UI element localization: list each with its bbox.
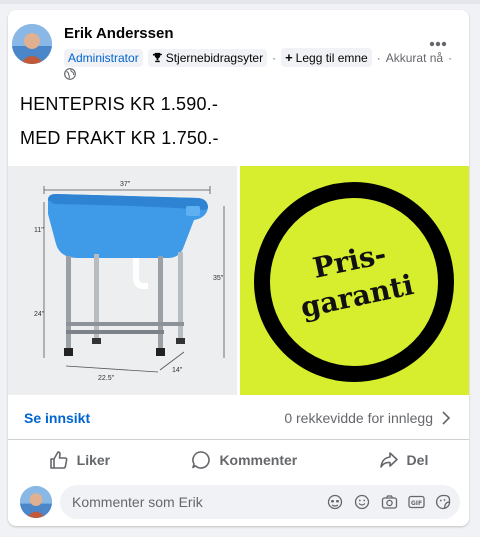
post-text: HENTEPRIS KR 1.590.- MED FRAKT KR 1.750.… (20, 92, 219, 160)
globe-icon[interactable] (64, 68, 76, 80)
dim-side: 14" (172, 367, 183, 374)
thumbs-up-icon (49, 451, 68, 469)
more-horizontal-icon (429, 41, 447, 47)
post-meta: Administrator Stjernebidragsyter · + Leg… (64, 48, 457, 67)
comment-input[interactable]: Kommenter som Erik GIF (60, 485, 460, 519)
meta-separator: · (376, 50, 381, 65)
contributor-badge[interactable]: Stjernebidragsyter (147, 48, 268, 67)
trophy-icon (152, 52, 162, 63)
see-insights-link[interactable]: Se innsikt (24, 410, 90, 426)
grooming-tub-photo[interactable]: 37" 11" 24" 35" 22.5" 14" (8, 166, 237, 395)
admin-badge-label: Administrator (68, 50, 139, 65)
post-actions: Liker Kommenter Del (8, 440, 469, 480)
contributor-badge-label: Stjernebidragsyter (165, 50, 264, 65)
top-divider (0, 0, 480, 4)
post-line: HENTEPRIS KR 1.590.- (20, 94, 219, 114)
admin-badge[interactable]: Administrator (64, 48, 143, 67)
comment-composer: Kommenter som Erik GIF (8, 482, 469, 522)
insights-row: Se innsikt 0 rekkevidde for innlegg (8, 398, 469, 440)
gif-icon[interactable]: GIF (407, 493, 425, 511)
post-header: Erik Anderssen Administrator Stjernebidr… (12, 24, 460, 84)
post-line: MED FRAKT KR 1.750.- (20, 128, 219, 148)
comment-tools: GIF (326, 493, 452, 511)
svg-text:GIF: GIF (410, 500, 421, 507)
post-reach-label: 0 rekkevidde for innlegg (284, 410, 433, 426)
commenter-avatar[interactable] (20, 486, 52, 518)
avatar-sticker-icon[interactable] (326, 493, 344, 511)
dim-width: 37" (120, 181, 131, 188)
comment-icon (192, 451, 211, 469)
emoji-icon[interactable] (353, 493, 371, 511)
share-label: Del (406, 452, 429, 468)
more-options-button[interactable] (424, 32, 452, 56)
dim-tub-height: 11" (34, 227, 44, 234)
share-button[interactable]: Del (367, 444, 441, 476)
like-label: Liker (76, 452, 111, 468)
dim-total-height: 35" (213, 275, 224, 282)
dim-leg-height: 24" (34, 311, 45, 318)
chevron-right-icon (442, 411, 451, 425)
author-avatar[interactable] (12, 24, 52, 64)
add-topic-label: Legg til emne (295, 50, 368, 65)
plus-icon: + (285, 50, 293, 65)
share-icon (379, 452, 398, 468)
author-name[interactable]: Erik Anderssen (64, 25, 174, 42)
photo-grid: 37" 11" 24" 35" 22.5" 14" Pris- garanti (8, 166, 469, 395)
comment-placeholder: Kommenter som Erik (72, 494, 203, 510)
price-guarantee-photo[interactable]: Pris- garanti (240, 166, 469, 395)
camera-icon[interactable] (380, 493, 398, 511)
comment-label: Kommenter (219, 452, 298, 468)
sticker-icon[interactable] (434, 493, 452, 511)
post-reach[interactable]: 0 rekkevidde for innlegg (284, 410, 451, 426)
meta-separator: · (272, 50, 277, 65)
dim-depth: 22.5" (98, 375, 115, 382)
comment-button[interactable]: Kommenter (179, 444, 309, 476)
add-topic-button[interactable]: + Legg til emne (281, 48, 372, 67)
like-button[interactable]: Liker (37, 444, 122, 476)
